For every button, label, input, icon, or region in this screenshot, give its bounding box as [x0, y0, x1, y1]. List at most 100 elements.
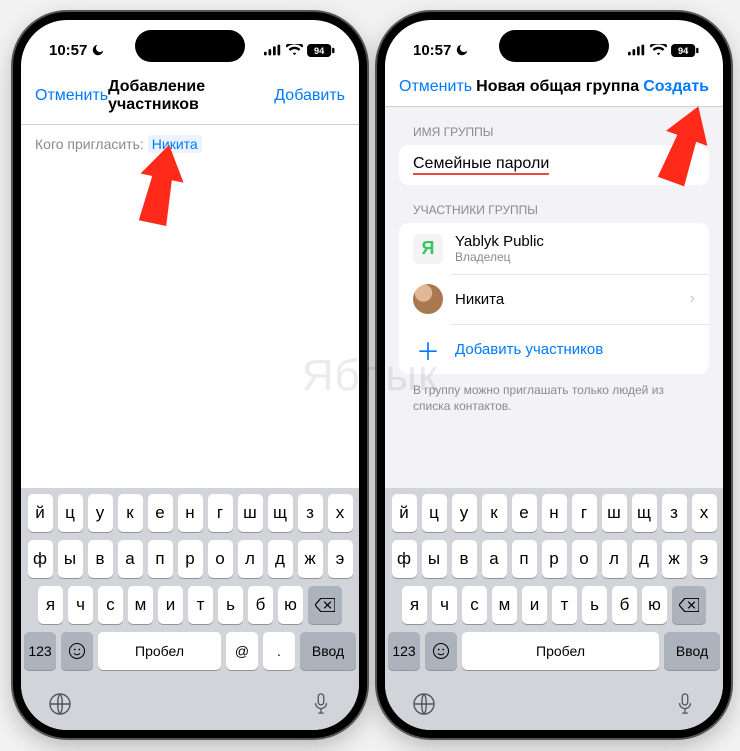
backspace-key[interactable]: [308, 586, 342, 624]
key-ь[interactable]: ь: [218, 586, 243, 624]
key-н[interactable]: н: [542, 494, 567, 532]
key-д[interactable]: д: [632, 540, 657, 578]
key-ф[interactable]: ф: [28, 540, 53, 578]
key-р[interactable]: р: [542, 540, 567, 578]
key-ц[interactable]: ц: [422, 494, 447, 532]
dot-key[interactable]: .: [263, 632, 295, 670]
key-т[interactable]: т: [188, 586, 213, 624]
cancel-button[interactable]: Отменить: [35, 87, 108, 105]
dynamic-island: [135, 30, 245, 62]
enter-key[interactable]: Ввод: [300, 632, 356, 670]
key-я[interactable]: я: [402, 586, 427, 624]
key-п[interactable]: п: [512, 540, 537, 578]
key-в[interactable]: в: [88, 540, 113, 578]
key-ф[interactable]: ф: [392, 540, 417, 578]
key-г[interactable]: г: [572, 494, 597, 532]
at-key[interactable]: @: [226, 632, 258, 670]
key-л[interactable]: л: [238, 540, 263, 578]
key-с[interactable]: с: [98, 586, 123, 624]
globe-icon[interactable]: [48, 692, 72, 722]
key-ь[interactable]: ь: [582, 586, 607, 624]
key-ю[interactable]: ю: [278, 586, 303, 624]
phone-frame-right: 10:57 94 Отменить Новая общая группа: [377, 12, 731, 738]
avatar: [413, 284, 443, 314]
space-key[interactable]: Пробел: [98, 632, 221, 670]
key-щ[interactable]: щ: [632, 494, 657, 532]
key-т[interactable]: т: [552, 586, 577, 624]
key-ж[interactable]: ж: [298, 540, 323, 578]
add-members-row[interactable]: ＋ Добавить участников: [399, 324, 709, 374]
key-х[interactable]: х: [328, 494, 353, 532]
key-ы[interactable]: ы: [422, 540, 447, 578]
backspace-key[interactable]: [672, 586, 706, 624]
key-к[interactable]: к: [118, 494, 143, 532]
key-г[interactable]: г: [208, 494, 233, 532]
key-м[interactable]: м: [128, 586, 153, 624]
key-ц[interactable]: ц: [58, 494, 83, 532]
key-б[interactable]: б: [612, 586, 637, 624]
numbers-key[interactable]: 123: [24, 632, 56, 670]
key-н[interactable]: н: [178, 494, 203, 532]
key-ш[interactable]: ш: [602, 494, 627, 532]
key-э[interactable]: э: [328, 540, 353, 578]
kb-row-bottom: 123 Пробел @ . Ввод: [24, 632, 356, 670]
key-щ[interactable]: щ: [268, 494, 293, 532]
key-ж[interactable]: ж: [662, 540, 687, 578]
key-а[interactable]: а: [482, 540, 507, 578]
svg-text:94: 94: [314, 45, 325, 55]
group-name-input[interactable]: Семейные пароли: [413, 155, 549, 175]
key-з[interactable]: з: [298, 494, 323, 532]
keyboard: йцукенгшщзх фывапролджэ ячсмитьбю 123 Пр…: [385, 488, 723, 730]
emoji-key[interactable]: [425, 632, 457, 670]
wifi-icon: [286, 44, 303, 56]
phone-screen-right: 10:57 94 Отменить Новая общая группа: [385, 20, 723, 730]
key-и[interactable]: и: [522, 586, 547, 624]
key-о[interactable]: о: [572, 540, 597, 578]
key-д[interactable]: д: [268, 540, 293, 578]
key-в[interactable]: в: [452, 540, 477, 578]
key-п[interactable]: п: [148, 540, 173, 578]
enter-key[interactable]: Ввод: [664, 632, 720, 670]
key-с[interactable]: с: [462, 586, 487, 624]
key-м[interactable]: м: [492, 586, 517, 624]
cancel-button[interactable]: Отменить: [399, 78, 472, 96]
key-ы[interactable]: ы: [58, 540, 83, 578]
key-з[interactable]: з: [662, 494, 687, 532]
key-й[interactable]: й: [392, 494, 417, 532]
key-р[interactable]: р: [178, 540, 203, 578]
add-button[interactable]: Добавить: [274, 87, 345, 105]
wifi-icon: [650, 44, 667, 56]
plus-icon: ＋: [413, 334, 443, 364]
key-ч[interactable]: ч: [68, 586, 93, 624]
add-members-label: Добавить участников: [455, 341, 695, 358]
member-role: Владелец: [455, 250, 695, 264]
key-б[interactable]: б: [248, 586, 273, 624]
key-е[interactable]: е: [512, 494, 537, 532]
numbers-key[interactable]: 123: [388, 632, 420, 670]
mic-icon[interactable]: [674, 692, 696, 722]
space-key[interactable]: Пробел: [462, 632, 659, 670]
key-к[interactable]: к: [482, 494, 507, 532]
key-л[interactable]: л: [602, 540, 627, 578]
key-о[interactable]: о: [208, 540, 233, 578]
chevron-right-icon: ›: [690, 290, 695, 308]
key-э[interactable]: э: [692, 540, 717, 578]
key-у[interactable]: у: [88, 494, 113, 532]
emoji-key[interactable]: [61, 632, 93, 670]
key-х[interactable]: х: [692, 494, 717, 532]
key-и[interactable]: и: [158, 586, 183, 624]
member-row[interactable]: Никита ›: [399, 274, 709, 324]
key-е[interactable]: е: [148, 494, 173, 532]
key-ю[interactable]: ю: [642, 586, 667, 624]
key-ч[interactable]: ч: [432, 586, 457, 624]
key-я[interactable]: я: [38, 586, 63, 624]
key-у[interactable]: у: [452, 494, 477, 532]
key-а[interactable]: а: [118, 540, 143, 578]
keyboard: йцукенгшщзх фывапролджэ ячсмитьбю 123 Пр…: [21, 488, 359, 730]
key-ш[interactable]: ш: [238, 494, 263, 532]
key-й[interactable]: й: [28, 494, 53, 532]
status-time: 10:57: [49, 42, 87, 59]
mic-icon[interactable]: [310, 692, 332, 722]
create-button[interactable]: Создать: [643, 78, 709, 96]
globe-icon[interactable]: [412, 692, 436, 722]
